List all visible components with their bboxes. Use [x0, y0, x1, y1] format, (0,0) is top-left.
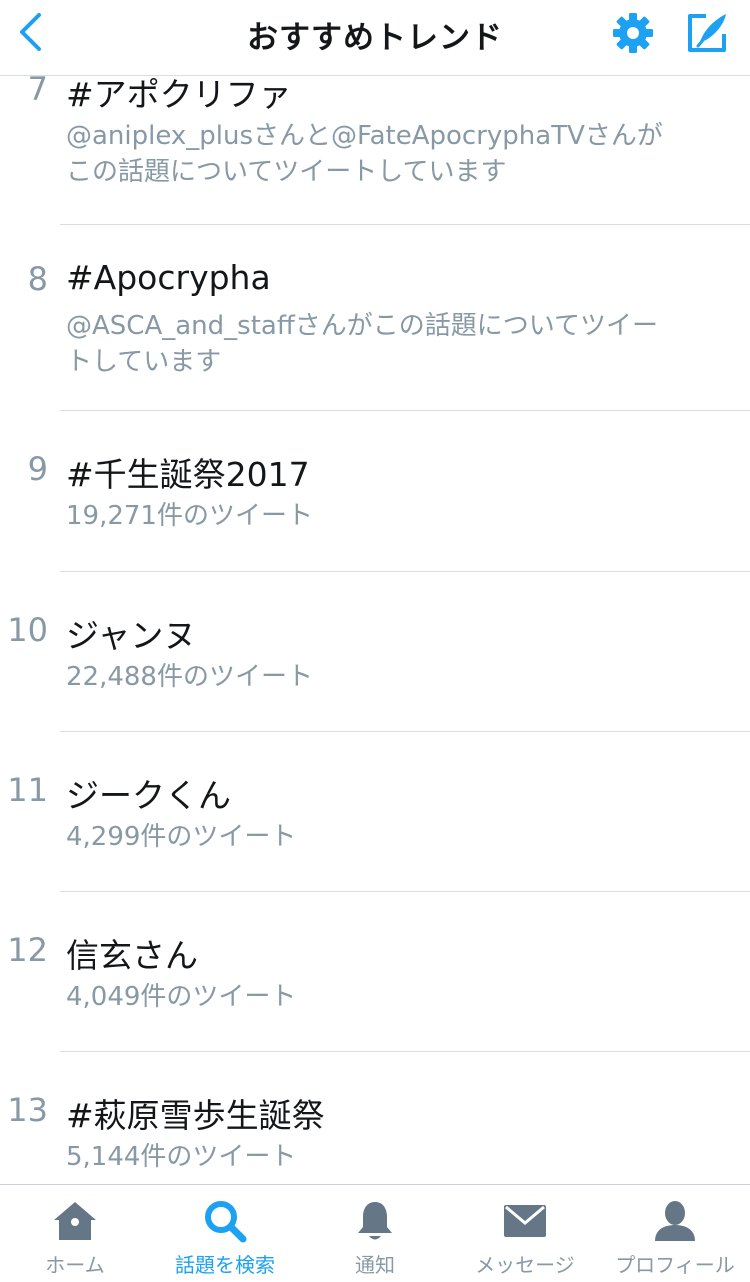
- trend-name: 信玄さん: [66, 936, 198, 975]
- divider: [60, 1051, 750, 1052]
- trend-name: ジャンヌ: [66, 616, 197, 655]
- trend-rank: 13: [7, 1091, 48, 1129]
- divider: [60, 891, 750, 892]
- bell-icon: [358, 1202, 392, 1240]
- tab-label: 通知: [355, 1253, 395, 1277]
- search-icon: [205, 1201, 247, 1243]
- trend-name: ジークくん: [66, 776, 231, 815]
- compose-tweet-button[interactable]: [682, 8, 732, 58]
- trend-rank: 8: [27, 260, 48, 298]
- tab-messages[interactable]: メッセージ: [450, 1185, 600, 1282]
- trend-description: 19,271件のツイート: [66, 501, 313, 531]
- settings-button[interactable]: [610, 10, 656, 56]
- tab-profile[interactable]: プロフィール: [600, 1185, 750, 1282]
- tab-home[interactable]: ホーム: [0, 1185, 150, 1282]
- home-icon: [54, 1202, 96, 1240]
- trend-description: 4,299件のツイート: [66, 822, 297, 852]
- trend-name: #千生誕祭2017: [66, 455, 310, 494]
- trend-rank: 9: [27, 450, 48, 488]
- envelope-icon: [504, 1205, 546, 1237]
- trend-rank: 10: [7, 611, 48, 649]
- tab-label: 話題を検索: [175, 1253, 275, 1277]
- divider: [60, 731, 750, 732]
- tab-label: ホーム: [45, 1253, 105, 1277]
- trend-description: @aniplex_plusさんと@FateApocryphaTVさんが この話題…: [66, 121, 663, 187]
- tab-label: メッセージ: [475, 1253, 575, 1277]
- trend-description: 4,049件のツイート: [66, 982, 297, 1012]
- compose-icon: [688, 14, 726, 52]
- divider: [60, 571, 750, 572]
- divider: [60, 224, 750, 225]
- tab-search[interactable]: 話題を検索: [150, 1185, 300, 1282]
- trend-description: 5,144件のツイート: [66, 1142, 297, 1172]
- divider: [60, 410, 750, 411]
- tab-bar: ホーム 話題を検索 通知 メッセージ プロフィール: [0, 1184, 750, 1282]
- trend-name: #萩原雪歩生誕祭: [66, 1096, 325, 1135]
- nav-header: おすすめトレンド: [0, 0, 750, 76]
- tab-label: プロフィール: [615, 1253, 735, 1277]
- trend-description: 22,488件のツイート: [66, 662, 313, 692]
- screen: 7 #アポクリファ @aniplex_plusさんと@FateApocrypha…: [0, 0, 750, 1282]
- trend-description: @ASCA_and_staffさんがこの話題についてツイー トしています: [66, 311, 658, 377]
- tab-notifications[interactable]: 通知: [300, 1185, 450, 1282]
- trend-name: #Apocrypha: [66, 258, 271, 297]
- gear-icon: [613, 13, 653, 53]
- person-icon: [655, 1201, 695, 1241]
- trend-rank: 11: [7, 771, 48, 809]
- trend-rank: 12: [7, 931, 48, 969]
